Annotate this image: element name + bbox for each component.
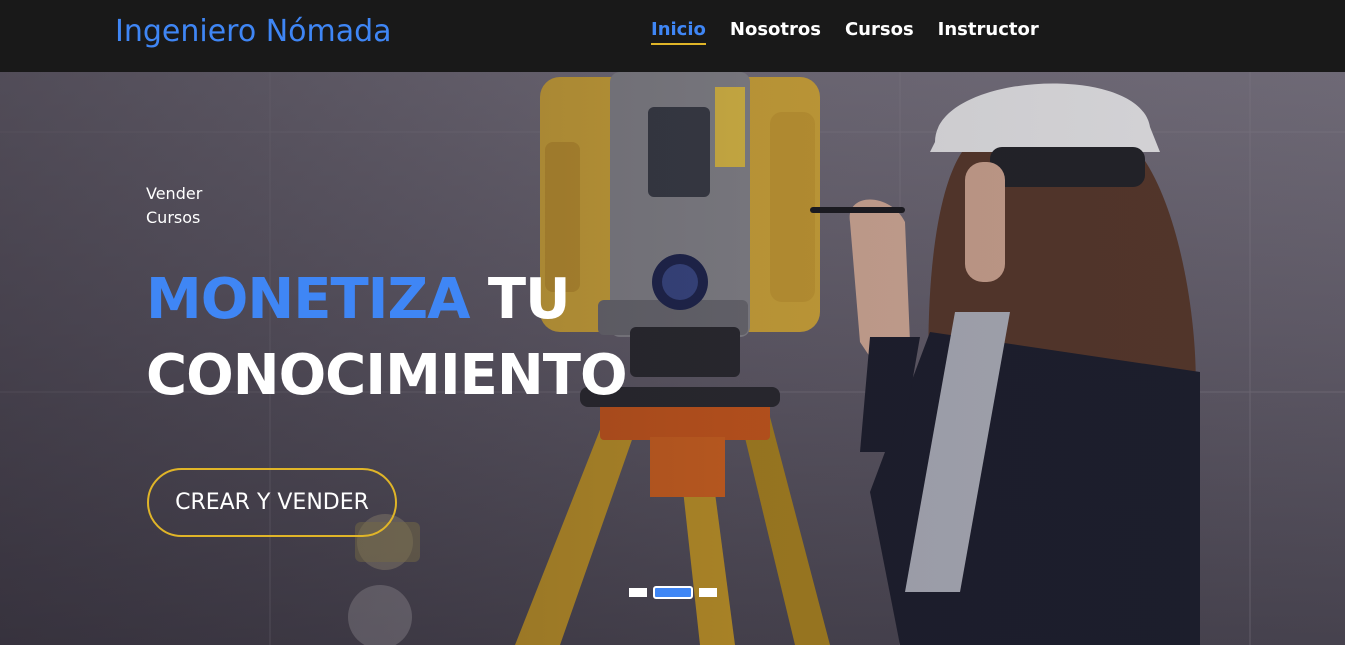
create-and-sell-button[interactable]: CREAR Y VENDER	[147, 468, 397, 537]
hero-eyebrow: Vender Cursos	[146, 182, 266, 230]
hero-carousel: Vender Cursos MONETIZA TU CONOCIMIENTO C…	[0, 72, 1345, 645]
hero-headline: MONETIZA TU CONOCIMIENTO	[146, 262, 628, 414]
nav-item-inicio[interactable]: Inicio	[651, 19, 706, 45]
top-navbar: Ingeniero Nómada Inicio Nosotros Cursos …	[0, 0, 1345, 72]
hero-headline-rest: TU	[469, 267, 571, 332]
hero-headline-accent: MONETIZA	[146, 267, 470, 332]
hero-eyebrow-line2: Cursos	[146, 208, 201, 227]
carousel-indicators	[629, 586, 717, 599]
carousel-dot-3[interactable]	[699, 588, 717, 597]
carousel-dot-1[interactable]	[629, 588, 647, 597]
hero-headline-line2: CONOCIMIENTO	[146, 343, 628, 408]
hero-eyebrow-line1: Vender	[146, 184, 203, 203]
carousel-dot-2[interactable]	[653, 586, 693, 599]
main-nav: Inicio Nosotros Cursos Instructor	[651, 19, 1063, 45]
nav-item-cursos[interactable]: Cursos	[845, 19, 914, 45]
nav-item-instructor[interactable]: Instructor	[938, 19, 1039, 45]
brand-logo[interactable]: Ingeniero Nómada	[115, 14, 392, 49]
nav-item-nosotros[interactable]: Nosotros	[730, 19, 821, 45]
